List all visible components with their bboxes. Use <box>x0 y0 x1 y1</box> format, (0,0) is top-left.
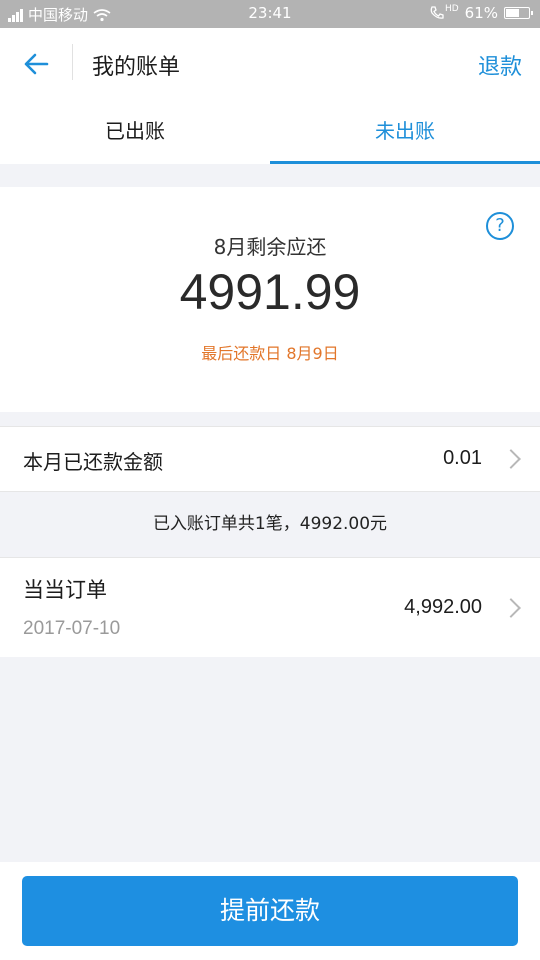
remaining-due-amount: 4991.99 <box>179 264 361 320</box>
paid-this-month-label: 本月已还款金额 <box>23 450 163 474</box>
refund-button[interactable]: 退款 <box>478 49 522 81</box>
paid-this-month-value: 0.01 <box>443 447 482 469</box>
remaining-due-label: 8月剩余应还 <box>213 235 327 259</box>
battery-percent: 61% <box>464 4 498 22</box>
bill-summary-card: ? 8月剩余应还 4991.99 最后还款日 8月9日 <box>0 187 540 412</box>
bottom-bar: 提前还款 <box>0 862 540 960</box>
battery-icon <box>504 7 533 19</box>
header-divider <box>72 44 73 80</box>
status-right: HD 61% <box>429 4 533 22</box>
chevron-right-icon <box>501 449 521 469</box>
order-title: 当当订单 <box>23 578 107 602</box>
app-header: 我的账单 退款 <box>0 28 540 100</box>
bill-tabs: 已出账 未出账 <box>0 100 540 164</box>
order-date: 2017-07-10 <box>23 618 121 639</box>
chevron-right-icon <box>501 598 521 618</box>
prepay-button[interactable]: 提前还款 <box>22 876 518 946</box>
page-title: 我的账单 <box>92 55 181 80</box>
order-amount: 4,992.00 <box>404 596 482 618</box>
tab-billed[interactable]: 已出账 <box>0 100 270 164</box>
arrow-left-icon <box>24 53 49 75</box>
back-button[interactable] <box>14 44 58 84</box>
paid-this-month-row[interactable]: 本月已还款金额 0.01 <box>0 426 540 492</box>
order-list-item[interactable]: 当当订单 2017-07-10 4,992.00 <box>0 557 540 657</box>
battery-fill <box>506 9 520 17</box>
network-type: HD <box>444 4 459 14</box>
billed-orders-summary: 已入账订单共1笔，4992.00元 <box>152 514 388 534</box>
status-bar: 中国移动 23:41 HD 61% <box>0 0 540 28</box>
tab-unbilled[interactable]: 未出账 <box>270 100 540 164</box>
call-icon <box>430 6 444 19</box>
due-date: 最后还款日 8月9日 <box>201 344 339 363</box>
